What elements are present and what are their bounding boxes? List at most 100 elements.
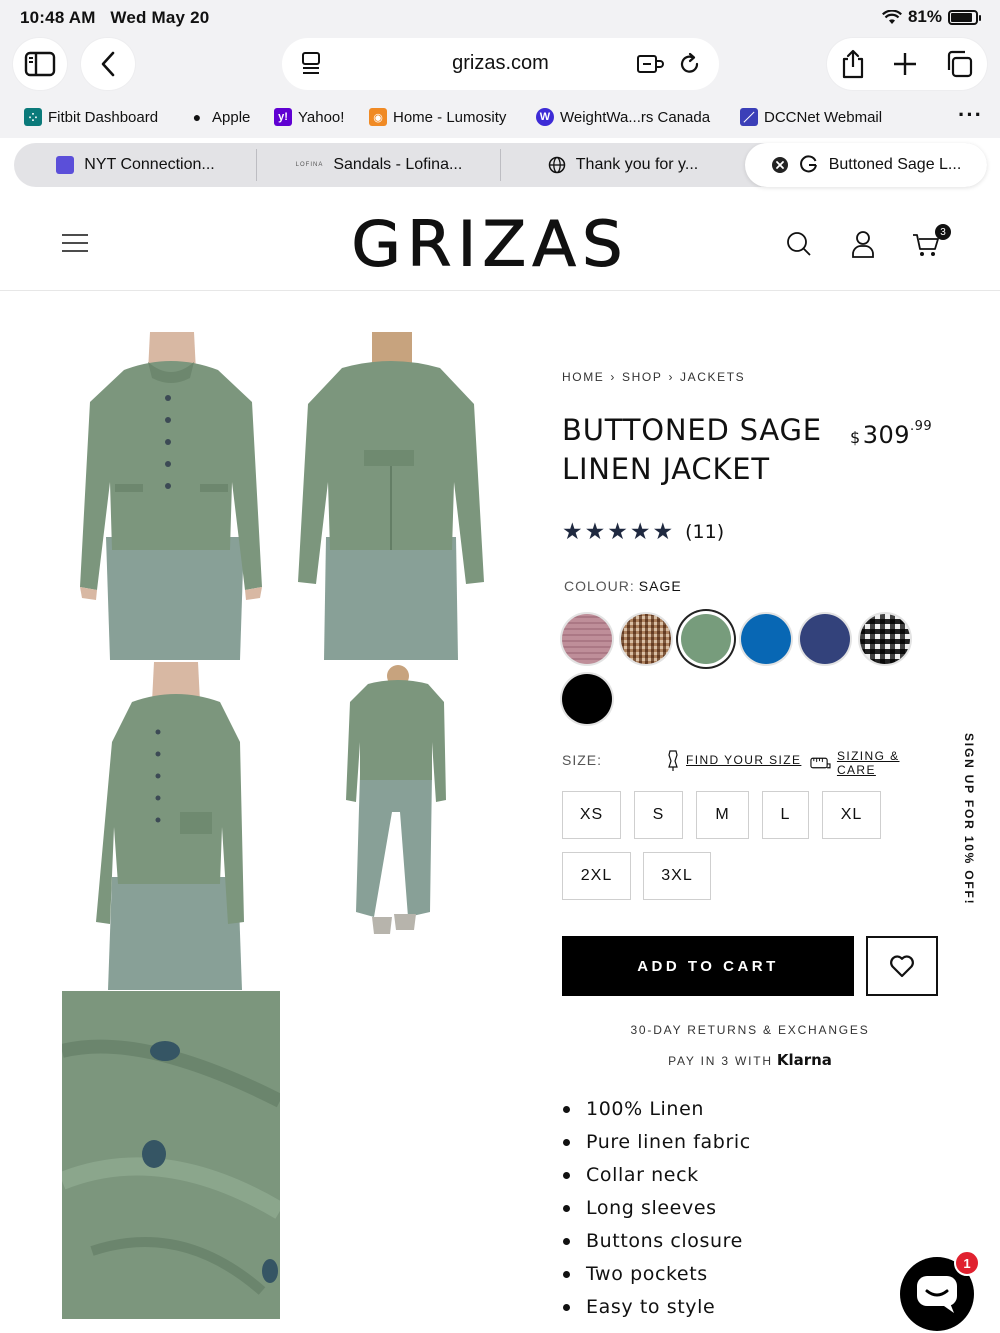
- breadcrumb: HOME › SHOP › JACKETS: [562, 370, 745, 384]
- product-image-back[interactable]: [282, 332, 500, 660]
- breadcrumb-separator: ›: [610, 370, 617, 384]
- close-tab-icon[interactable]: [771, 156, 789, 174]
- fitbit-icon: ⁘: [24, 108, 42, 126]
- wifi-icon: [881, 9, 902, 24]
- status-bar: 10:48 AM Wed May 20 81%: [0, 0, 1000, 34]
- bookmark-yahoo[interactable]: y! Yahoo!: [274, 108, 344, 126]
- breadcrumb-shop[interactable]: SHOP: [622, 370, 662, 384]
- extension-icon[interactable]: [636, 51, 664, 77]
- star-icon: ★: [607, 518, 628, 544]
- globe-icon: [548, 156, 566, 174]
- feature-item: Two pockets: [562, 1261, 751, 1294]
- swatch-brown-plaid[interactable]: [621, 614, 671, 664]
- swatch-navy[interactable]: [800, 614, 850, 664]
- star-icon: ★: [629, 518, 651, 544]
- site-logo[interactable]: GRIZAS: [310, 208, 670, 282]
- feature-item: 100% Linen: [562, 1096, 751, 1129]
- breadcrumb-jackets[interactable]: JACKETS: [680, 370, 745, 384]
- size-label: SIZE:: [562, 752, 603, 768]
- product-title: BUTTONED SAGE LINEN JACKET: [562, 413, 822, 486]
- search-icon[interactable]: [786, 231, 812, 257]
- tab-sandals-lofina[interactable]: LOFINA Sandals - Lofina...: [257, 143, 501, 187]
- apple-icon: ●: [192, 109, 202, 125]
- account-icon[interactable]: [851, 230, 875, 258]
- feature-item: Easy to style: [562, 1294, 751, 1327]
- size-option-3xl[interactable]: 3XL: [643, 852, 711, 900]
- chat-unread-badge: 1: [954, 1250, 980, 1276]
- favorites-bar: ⁘ Fitbit Dashboard ● Apple y! Yahoo! ◉ Home …: [0, 96, 1000, 138]
- swatch-sage[interactable]: [681, 614, 731, 664]
- star-icon: ★: [652, 518, 674, 544]
- price-cents: .99: [910, 419, 933, 434]
- star-icon: ★: [562, 518, 583, 544]
- price-currency: $: [850, 428, 861, 447]
- feature-item: Pure linen fabric: [562, 1129, 751, 1162]
- klarna-logo[interactable]: Klarna: [777, 1051, 832, 1069]
- breadcrumb-home[interactable]: HOME: [562, 370, 604, 384]
- product-image-front[interactable]: [62, 332, 280, 660]
- feature-list: 100% Linen Pure linen fabric Collar neck…: [562, 1096, 751, 1327]
- feature-item: Long sleeves: [562, 1195, 751, 1228]
- swatch-black-white-check[interactable]: [860, 614, 910, 664]
- bookmark-dccnet[interactable]: ／ DCCNet Webmail: [740, 108, 882, 126]
- status-right: 81%: [881, 7, 981, 27]
- bookmark-weightwatchers[interactable]: W WeightWa...rs Canada: [536, 108, 710, 126]
- bookmark-apple[interactable]: ● Apple: [188, 108, 251, 126]
- size-option-xl[interactable]: XL: [822, 791, 881, 839]
- size-option-l[interactable]: L: [762, 791, 809, 839]
- more-bookmarks-icon[interactable]: ···: [958, 102, 983, 128]
- site-header: GRIZAS: [0, 190, 1000, 291]
- feature-item: Buttons closure: [562, 1228, 751, 1261]
- size-option-xs[interactable]: XS: [562, 791, 621, 839]
- tab-nyt-connections[interactable]: NYT Connection...: [14, 143, 257, 187]
- back-button[interactable]: [81, 38, 135, 90]
- mannequin-icon: [668, 750, 678, 771]
- add-to-cart-button[interactable]: ADD TO CART: [562, 936, 854, 996]
- nyt-games-icon: [56, 156, 75, 174]
- address-bar[interactable]: grizas.com: [282, 38, 719, 90]
- product-image-full[interactable]: [282, 662, 500, 990]
- signup-side-tab[interactable]: SIGN UP FOR 10% OFF!: [958, 733, 982, 905]
- product-image-detail[interactable]: [62, 991, 280, 1319]
- lofina-icon: LOFINA: [295, 162, 324, 168]
- swatch-pink-plaid[interactable]: [562, 614, 612, 664]
- bookmark-fitbit[interactable]: ⁘ Fitbit Dashboard: [24, 108, 158, 126]
- cart-count-badge: 3: [935, 224, 951, 240]
- find-your-size-link[interactable]: FIND YOUR SIZE: [666, 749, 801, 771]
- tab-thank-you[interactable]: Thank you for y...: [501, 143, 745, 187]
- price-whole: 309: [862, 421, 910, 449]
- sizing-care-link[interactable]: SIZING & CARE: [810, 749, 938, 777]
- product-image-side[interactable]: [62, 662, 280, 990]
- size-option-m[interactable]: M: [696, 791, 749, 839]
- battery-icon: [948, 9, 981, 25]
- hamburger-menu-icon[interactable]: [62, 233, 88, 253]
- chat-bubble-icon: [917, 1276, 957, 1313]
- size-row: SIZE: FIND YOUR SIZE SIZING & CARE: [562, 749, 938, 777]
- new-tab-plus-icon[interactable]: [892, 51, 918, 77]
- tab-buttoned-sage[interactable]: Buttoned Sage L...: [745, 143, 987, 187]
- google-icon: [799, 155, 817, 173]
- size-option-2xl[interactable]: 2XL: [562, 852, 631, 900]
- product-price: $309.99: [850, 419, 933, 449]
- weightwatchers-icon: W: [536, 108, 554, 126]
- bookmark-lumosity[interactable]: ◉ Home - Lumosity: [369, 108, 506, 126]
- product-rating[interactable]: ★ ★ ★ ★ ★ (11): [562, 520, 724, 543]
- star-icon: ★: [584, 518, 606, 544]
- breadcrumb-separator: ›: [668, 370, 675, 384]
- lumosity-icon: ◉: [369, 108, 387, 126]
- swatch-blue[interactable]: [741, 614, 791, 664]
- wishlist-button[interactable]: [866, 936, 938, 996]
- battery-percent: 81%: [907, 7, 942, 26]
- reload-icon[interactable]: [678, 51, 702, 77]
- feature-item: Collar neck: [562, 1162, 751, 1195]
- share-icon[interactable]: [840, 48, 866, 80]
- size-option-s[interactable]: S: [634, 791, 683, 839]
- review-count[interactable]: (11): [685, 521, 724, 543]
- sidebar-toggle-button[interactable]: [13, 38, 67, 90]
- tabs-overview-icon[interactable]: [944, 49, 974, 79]
- returns-note: 30-DAY RETURNS & EXCHANGES: [630, 1023, 870, 1037]
- swatch-black[interactable]: [562, 674, 612, 724]
- toolbar-actions: [827, 38, 987, 90]
- webmail-icon: ／: [740, 108, 758, 126]
- browser-toolbar: grizas.com: [0, 34, 1000, 96]
